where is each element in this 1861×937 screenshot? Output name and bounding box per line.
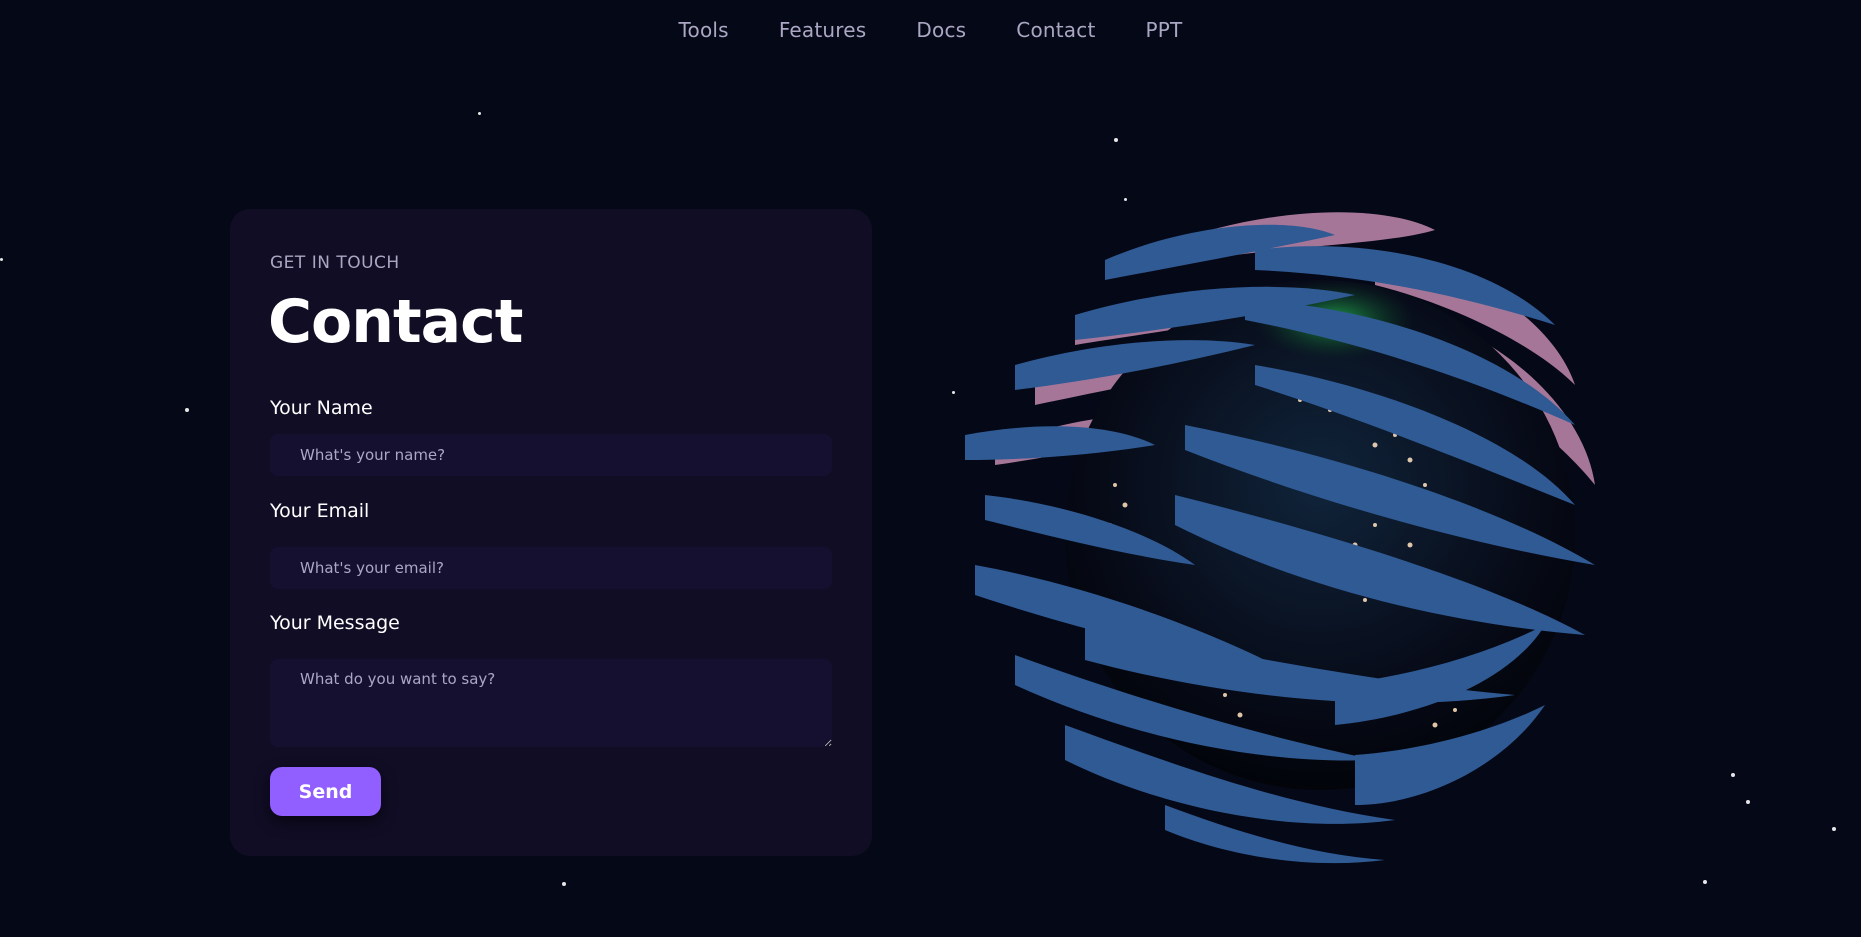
name-label: Your Name [270, 397, 373, 419]
nav-item-contact[interactable]: Contact [1016, 18, 1095, 42]
nav-item-docs[interactable]: Docs [916, 18, 966, 42]
star [1114, 138, 1118, 142]
star [185, 408, 189, 412]
email-input[interactable] [270, 547, 832, 589]
send-button[interactable]: Send [270, 767, 381, 816]
email-label: Your Email [270, 500, 370, 522]
name-input[interactable] [270, 434, 832, 476]
star [1703, 880, 1707, 884]
message-textarea[interactable] [270, 659, 832, 747]
page-title: Contact [268, 287, 523, 357]
message-label: Your Message [270, 612, 400, 634]
star [562, 882, 566, 886]
top-nav: Tools Features Docs Contact PPT [0, 18, 1861, 42]
page: Tools Features Docs Contact PPT GET IN T… [0, 0, 1861, 937]
star [1731, 773, 1735, 777]
globe-illustration [965, 212, 1595, 864]
star [1746, 800, 1750, 804]
star [1124, 198, 1127, 201]
section-eyebrow: GET IN TOUCH [270, 253, 400, 273]
contact-card: GET IN TOUCH Contact Your Name Your Emai… [230, 209, 872, 856]
nav-item-features[interactable]: Features [779, 18, 867, 42]
star [0, 258, 3, 261]
star [478, 112, 481, 115]
nav-item-tools[interactable]: Tools [679, 18, 729, 42]
globe-canvas[interactable] [955, 205, 1635, 865]
nav-item-ppt[interactable]: PPT [1146, 18, 1183, 42]
star [1832, 827, 1836, 831]
